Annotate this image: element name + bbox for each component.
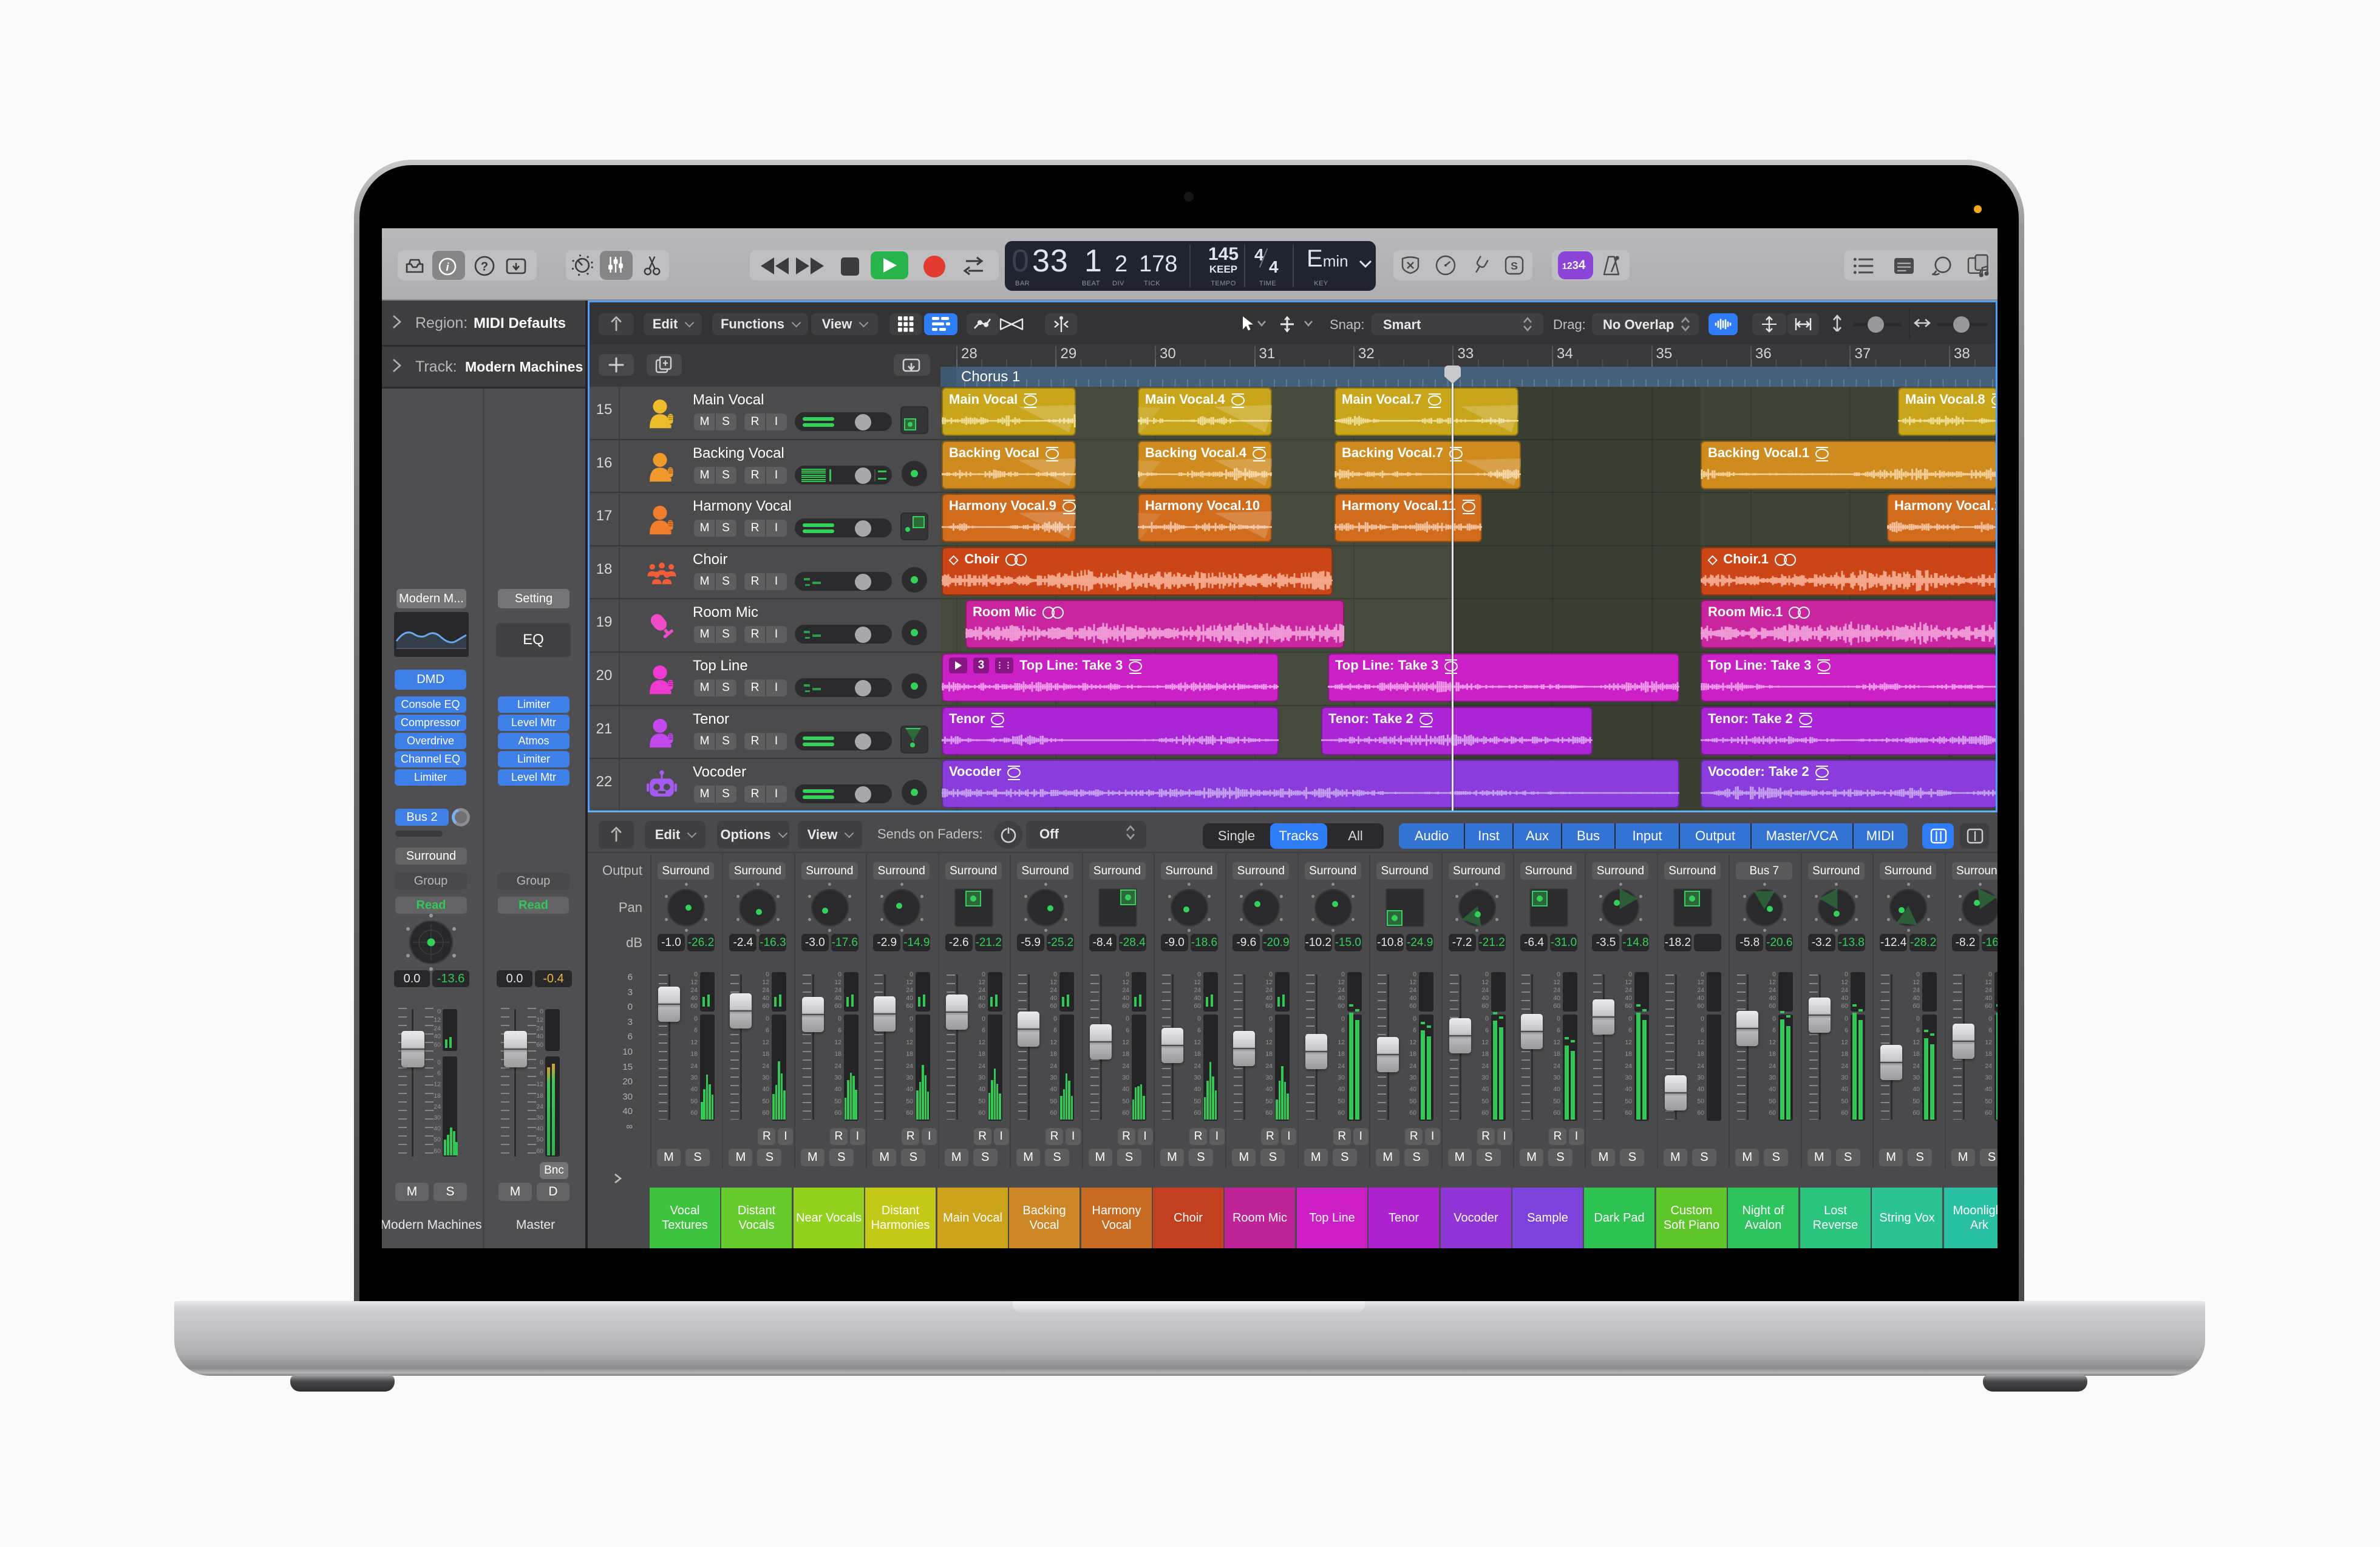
svg-text:i: i bbox=[446, 260, 449, 273]
svg-text:S: S bbox=[1511, 260, 1518, 272]
svg-text:?: ? bbox=[481, 260, 488, 273]
